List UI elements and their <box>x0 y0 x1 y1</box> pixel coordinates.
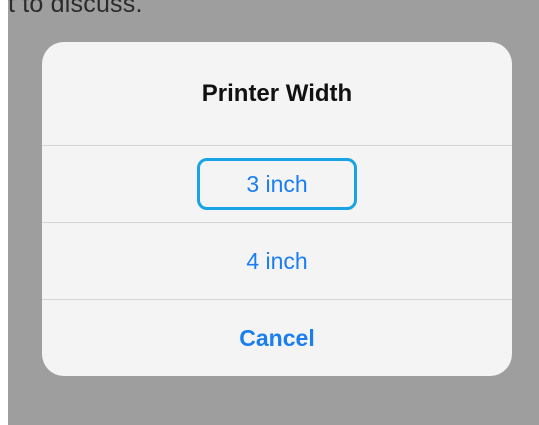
cancel-button[interactable]: Cancel <box>42 300 512 376</box>
cancel-label: Cancel <box>239 324 315 351</box>
printer-width-alert: Printer Width 3 inch 4 inch Cancel <box>42 42 512 376</box>
option-4-inch-button[interactable]: 4 inch <box>42 223 512 300</box>
screen: t to discuss. Printer Width 3 inch 4 inc… <box>0 0 539 425</box>
option-3-inch-label: 3 inch <box>246 170 308 197</box>
alert-title: Printer Width <box>42 42 512 146</box>
option-3-inch-button[interactable]: 3 inch <box>42 146 512 223</box>
background-edge <box>0 0 8 425</box>
option-4-inch-label: 4 inch <box>246 247 308 274</box>
background-text: t to discuss. <box>8 0 143 18</box>
focus-ring: 3 inch <box>197 158 357 210</box>
